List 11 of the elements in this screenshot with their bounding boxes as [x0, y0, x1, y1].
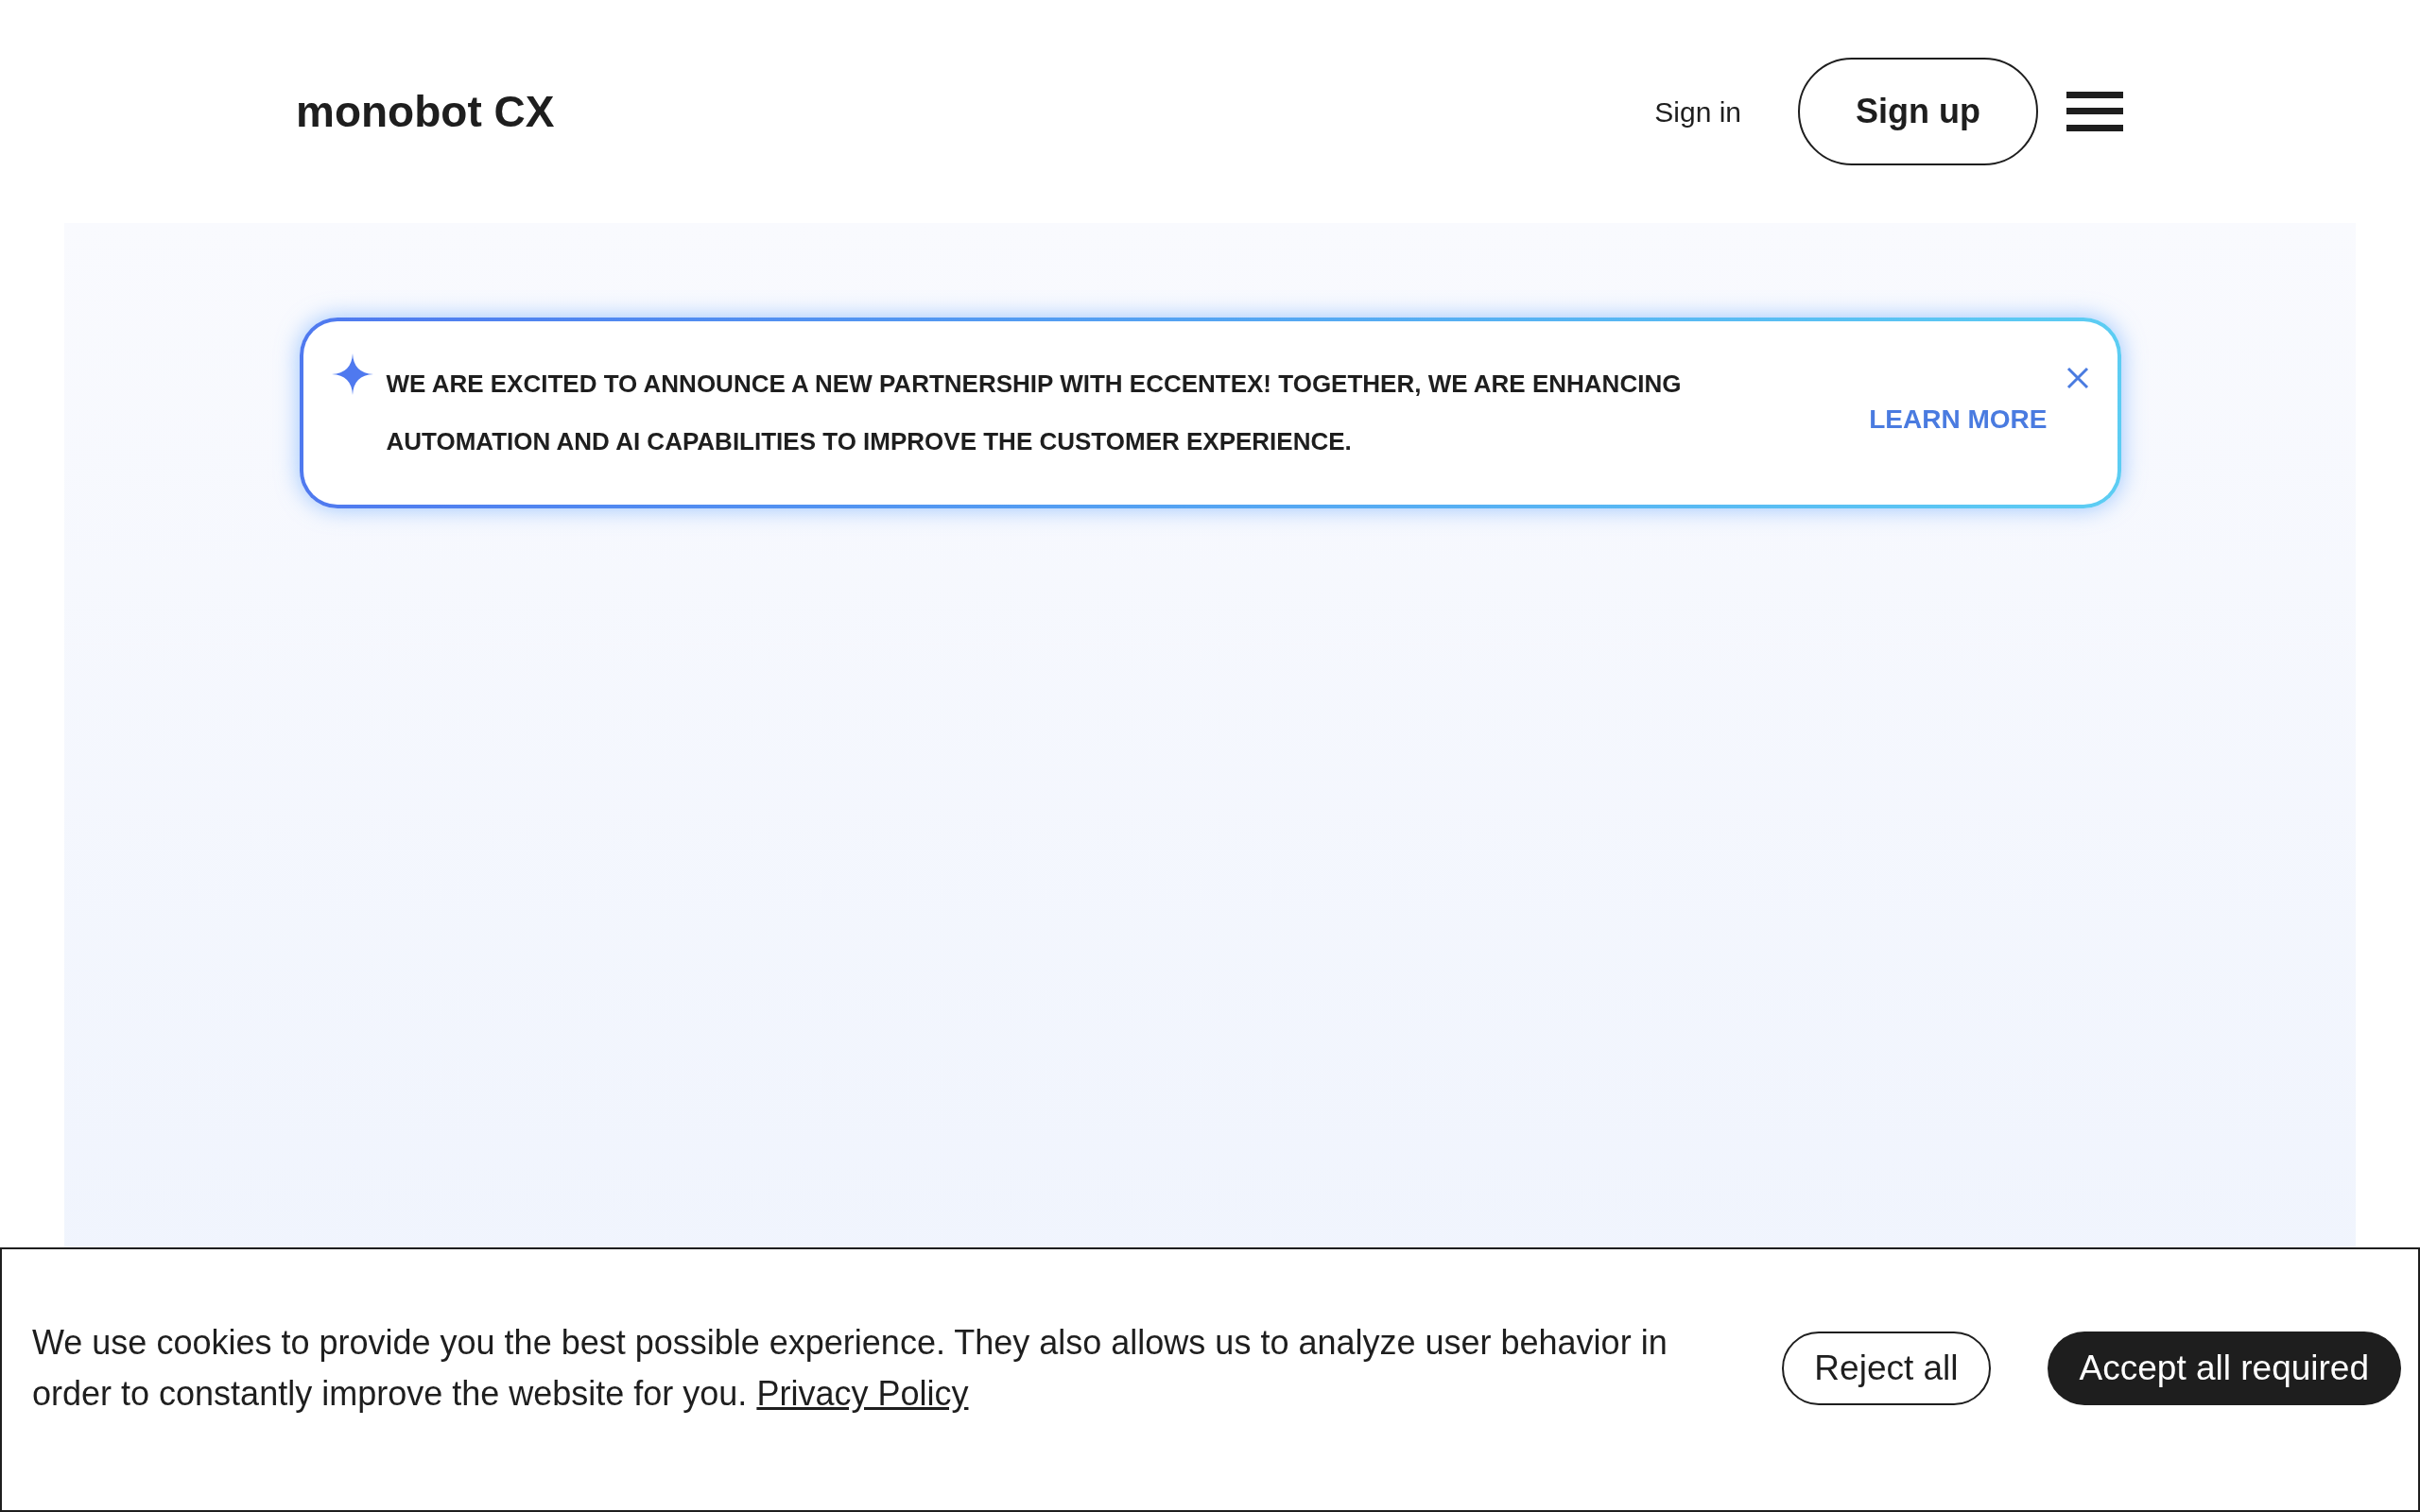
learn-more-link[interactable]: LEARN MORE	[1869, 400, 2048, 439]
close-icon[interactable]	[2066, 367, 2089, 389]
menu-icon[interactable]	[2066, 92, 2123, 131]
privacy-policy-link[interactable]: Privacy Policy	[756, 1374, 969, 1413]
sign-up-button[interactable]: Sign up	[1798, 58, 2038, 165]
cookie-text: We use cookies to provide you the best possible experience. They also allows us to analyze user behavior in order to constantly improve the website for you. Privacy Policy	[32, 1322, 1668, 1415]
accept-button[interactable]: Accept all required	[2047, 1332, 2401, 1405]
reject-button[interactable]: Reject all	[1782, 1332, 1991, 1405]
logo[interactable]: monobot CX	[296, 78, 555, 145]
announcement-text: WE ARE EXCITED TO ANNOUNCE A NEW PARTNERSHIP WITH ECCENTEX! TOGETHER, WE ARE ENHANCING AUTOMATION AND AI CAPABILITIES TO IMPROVE THE CUSTOMER EXPERIENCE.	[386, 369, 1683, 457]
sign-in-link[interactable]: Sign in	[1654, 90, 1741, 133]
